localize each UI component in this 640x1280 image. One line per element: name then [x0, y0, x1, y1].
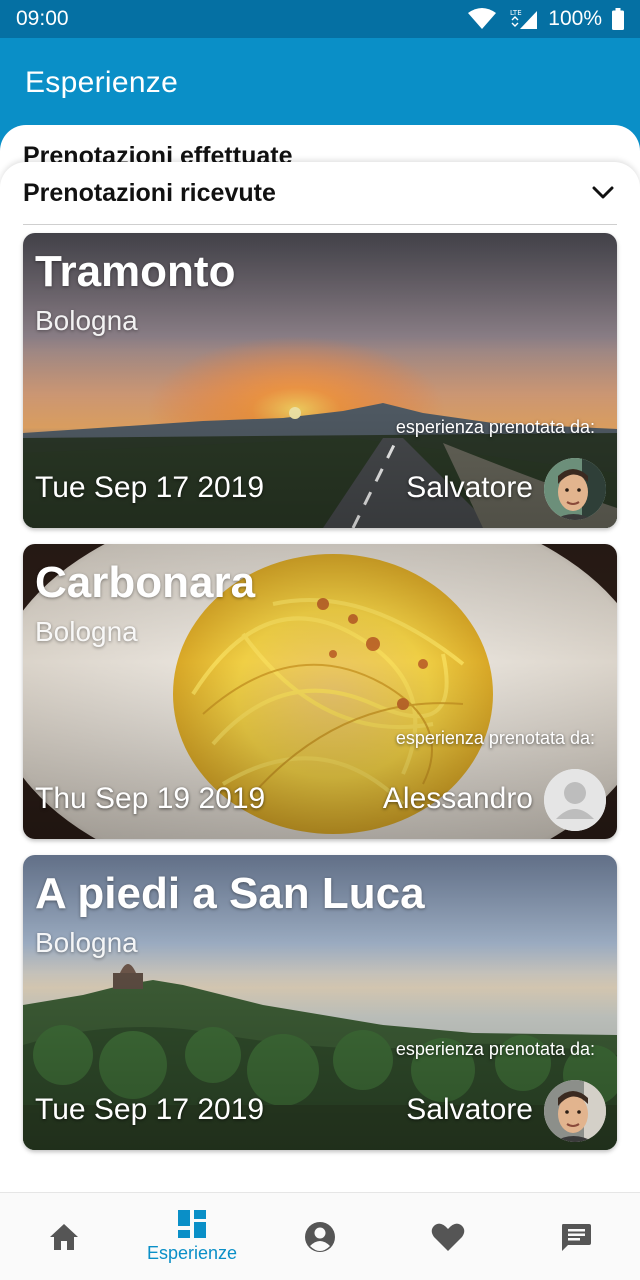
avatar[interactable] — [544, 1080, 606, 1142]
chat-icon — [562, 1223, 591, 1251]
wifi-icon — [468, 8, 497, 29]
card-user-name: Alessandro — [382, 782, 533, 815]
card-city: Bologna — [35, 927, 138, 958]
booked-by-label: esperienza prenotata da: — [395, 1039, 595, 1059]
card-user-name: Salvatore — [406, 1093, 533, 1126]
section-received-header[interactable]: Prenotazioni ricevute — [23, 162, 617, 225]
nav-home[interactable] — [0, 1193, 128, 1280]
nav-esperienze-label: Esperienze — [146, 1243, 238, 1263]
app-bar: Esperienze — [0, 38, 640, 128]
card-title: A piedi a San Luca — [35, 869, 425, 918]
section-received-title: Prenotazioni ricevute — [23, 178, 276, 207]
avatar[interactable] — [544, 769, 606, 831]
page-title: Esperienze — [25, 66, 179, 99]
card-date: Tue Sep 17 2019 — [35, 471, 265, 504]
card-city: Bologna — [35, 305, 138, 336]
chevron-down-icon[interactable] — [589, 179, 617, 207]
experience-card[interactable]: Tramonto Bologna esperienza prenotata da… — [23, 233, 617, 528]
nav-favorites[interactable] — [384, 1193, 512, 1280]
nav-esperienze[interactable]: Esperienze — [128, 1193, 256, 1280]
signal-icon: LTE — [510, 9, 538, 29]
person-icon — [544, 769, 606, 831]
home-icon — [50, 1223, 78, 1250]
experience-card[interactable]: Carbonara Bologna esperienza prenotata d… — [23, 544, 617, 839]
dashboard-icon — [178, 1210, 206, 1238]
svg-text:LTE: LTE — [510, 9, 522, 17]
card-city: Bologna — [35, 616, 138, 647]
status-time: 09:00 — [16, 7, 69, 30]
heart-icon — [431, 1223, 465, 1251]
booked-by-label: esperienza prenotata da: — [395, 728, 595, 748]
battery-percent: 100% — [548, 7, 602, 30]
status-icons: LTE 100% — [468, 7, 624, 31]
card-title: Carbonara — [35, 558, 256, 607]
bottom-navigation: Esperienze — [0, 1192, 640, 1280]
avatar[interactable] — [544, 458, 606, 520]
card-title: Tramonto — [35, 247, 236, 296]
nav-profile[interactable] — [256, 1193, 384, 1280]
nav-messages[interactable] — [512, 1193, 640, 1280]
account-icon — [305, 1221, 335, 1252]
card-date: Thu Sep 19 2019 — [35, 782, 266, 815]
status-bar: 09:00 LTE 100% — [0, 0, 640, 38]
battery-icon — [612, 8, 624, 30]
booked-by-label: esperienza prenotata da: — [395, 417, 595, 437]
card-user-name: Salvatore — [406, 471, 533, 504]
section-received-sheet: Prenotazioni ricevute Tramonto Bologna e… — [0, 162, 640, 1192]
experience-card[interactable]: A piedi a San Luca Bologna esperienza pr… — [23, 855, 617, 1150]
card-date: Tue Sep 17 2019 — [35, 1093, 265, 1126]
